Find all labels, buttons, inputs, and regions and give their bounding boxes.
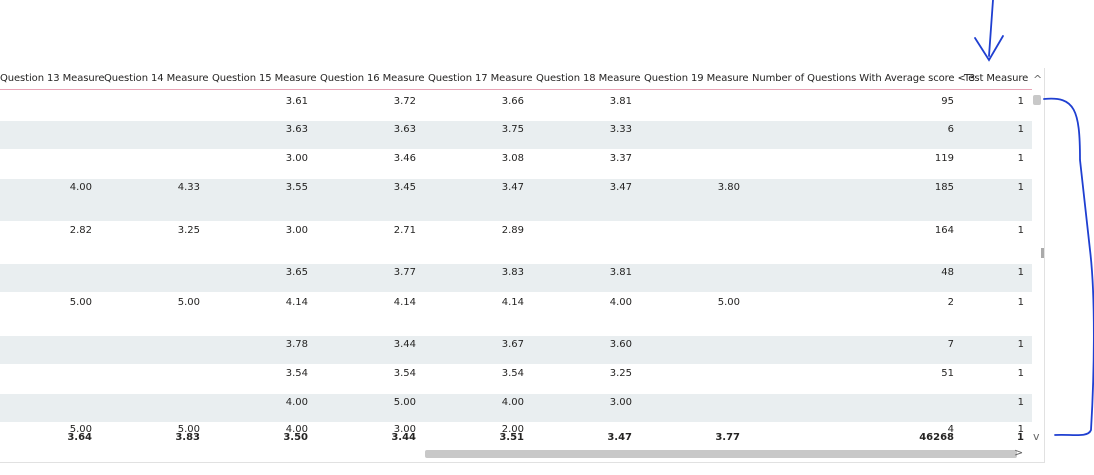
annotation-bracket <box>1043 97 1094 437</box>
annotation-arrow <box>974 0 1004 62</box>
annotation-overlay <box>974 0 1094 437</box>
